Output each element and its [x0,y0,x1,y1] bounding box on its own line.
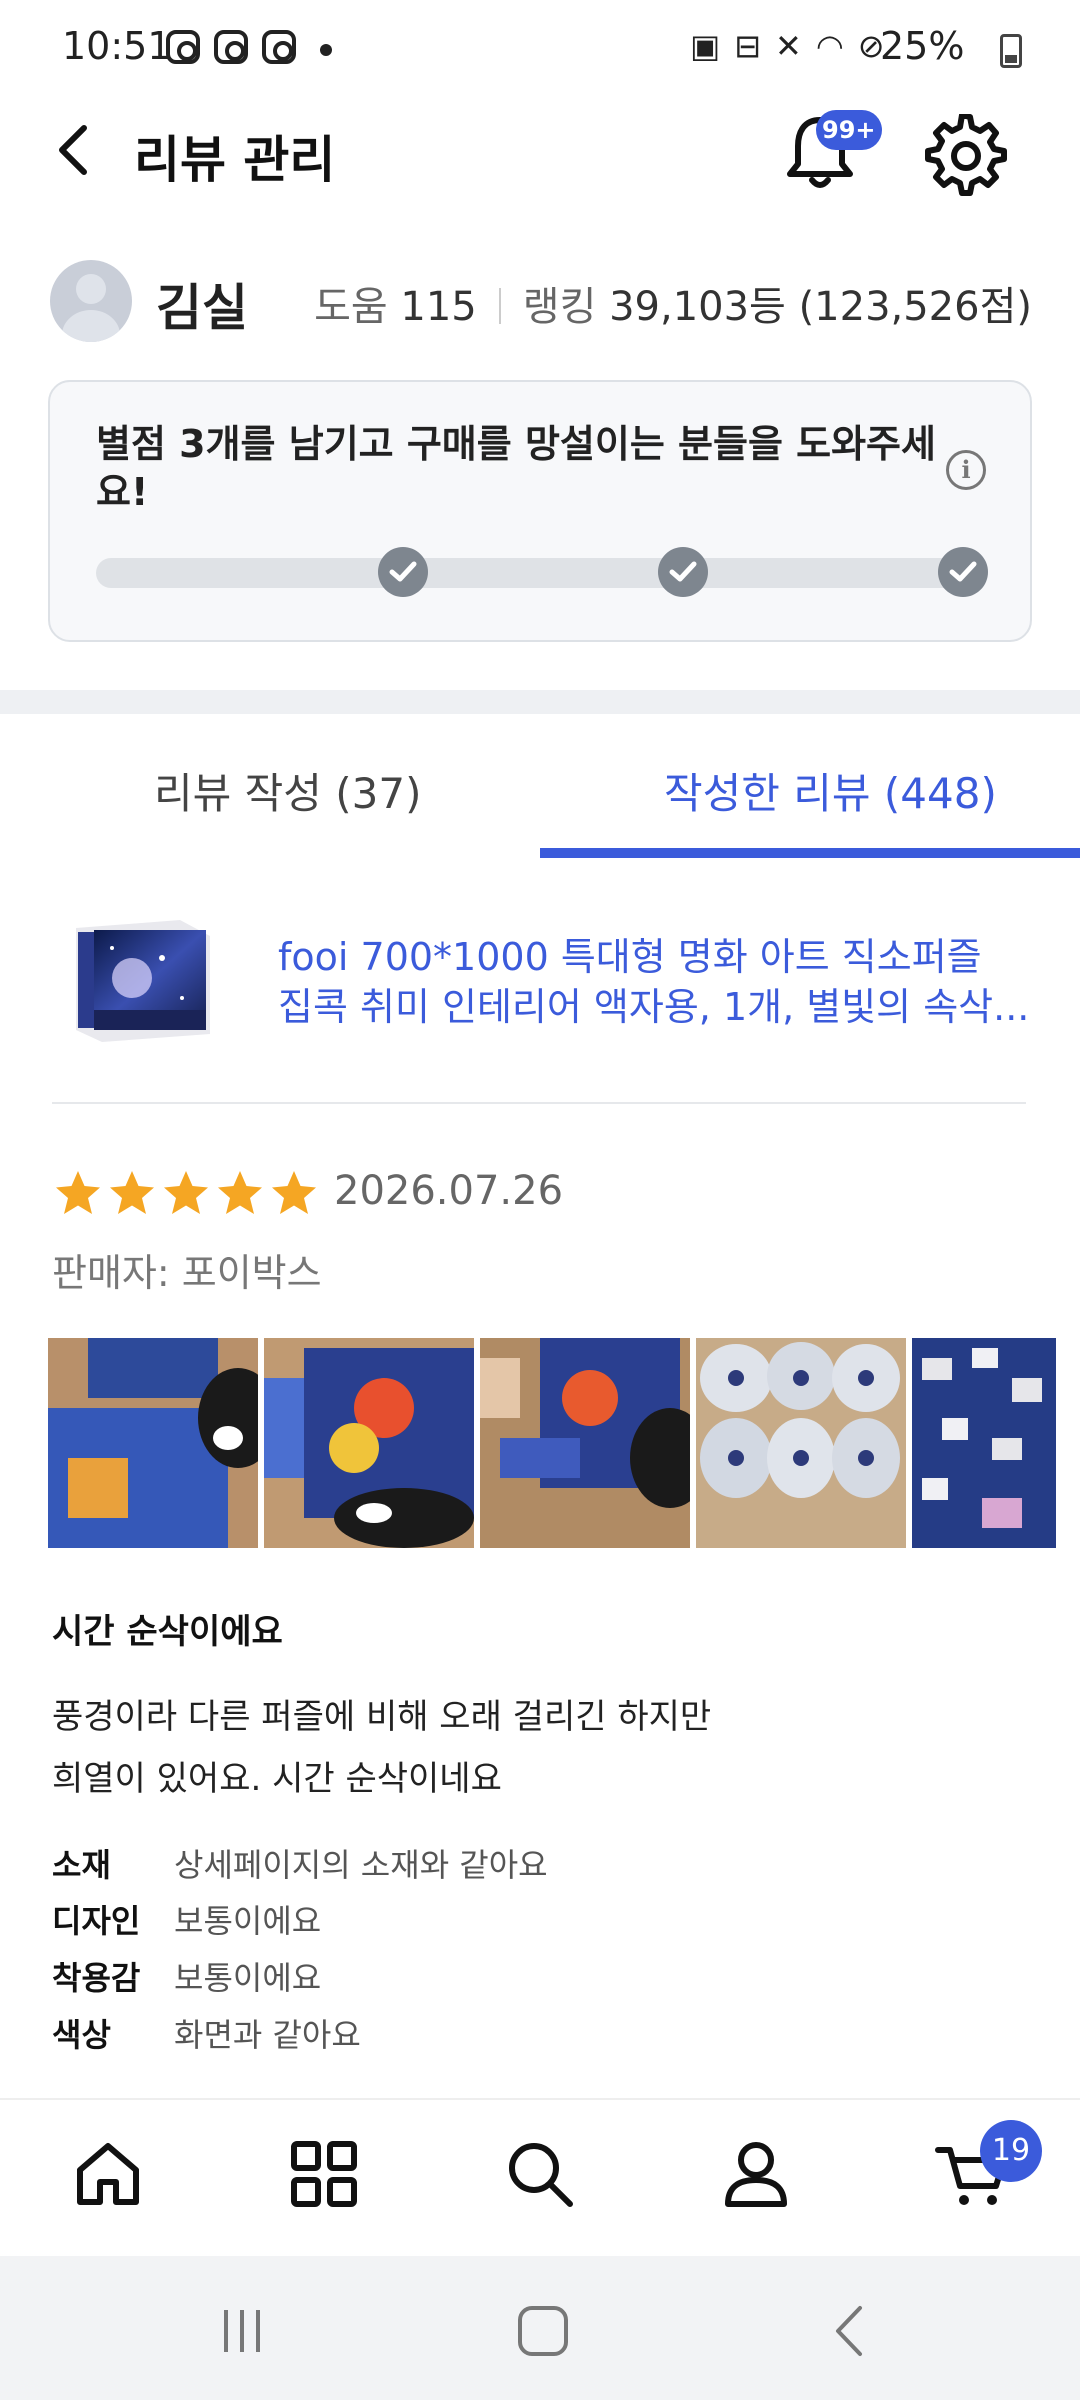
product-thumbnail[interactable] [72,918,214,1044]
survey-key: 디자인 [52,1902,141,1940]
ranking-value: 39,103등 (123,526점) [609,284,1032,330]
active-tab-indicator [540,848,1080,858]
review-date: 2026.07.26 [334,1168,564,1214]
review-mission-card: 별점 3개를 남기고 구매를 망설이는 분들을 도와주세요! i [48,380,1032,642]
help-label: 도움 [314,284,388,330]
check-icon [658,547,708,597]
survey-key: 색상 [52,2016,111,2054]
home-icon[interactable] [68,2134,148,2214]
search-icon[interactable] [500,2134,580,2214]
mission-progress-track [96,558,986,588]
star-icon [164,1171,208,1214]
profile-icon[interactable] [716,2134,796,2214]
wifi-icon: ◠ [815,27,844,65]
survey-value: 보통이에요 [174,1902,322,1940]
instagram-icon [166,30,200,64]
star-icon [218,1171,262,1214]
cart-count-badge: 19 [980,2120,1042,2182]
gear-icon[interactable] [924,114,1008,198]
star-icon [110,1171,154,1214]
mute-icon: ✕ [775,27,802,65]
survey-value: 보통이에요 [174,1959,322,1997]
product-title-link[interactable]: fooi 700*1000 특대형 명화 아트 직소퍼즐 집콕 취미 인테리어 … [278,932,1038,1032]
back-button-icon[interactable] [830,2304,870,2358]
recent-apps-icon[interactable] [218,2306,268,2356]
bed-icon: ⊟ [734,27,762,65]
user-name: 김실 [156,279,248,337]
system-navigation-bar [0,2256,1080,2400]
bottom-navigation: 19 [0,2098,1080,2256]
review-photo[interactable] [912,1338,1056,1548]
home-button-icon[interactable] [516,2304,570,2358]
notification-dot-icon [320,44,332,56]
survey-value: 상세페이지의 소재와 같아요 [174,1846,548,1884]
survey-key: 착용감 [52,1959,141,1997]
review-headline: 시간 순삭이에요 [52,1612,283,1652]
check-icon [938,547,988,597]
battery-percent: 25% [880,24,965,68]
divider [52,1102,1026,1104]
tab-write-review[interactable]: 리뷰 작성 (37) [154,760,421,821]
review-body-line: 풍경이라 다른 퍼즐에 비해 오래 걸리긴 하지만 [52,1697,712,1737]
back-arrow-icon[interactable] [48,122,104,178]
check-icon [378,547,428,597]
survey-value: 화면과 같아요 [174,2016,361,2054]
tab-written-reviews[interactable]: 작성한 리뷰 (448) [664,760,997,821]
battery-icon [1000,34,1022,68]
product-title-line2: 집콕 취미 인테리어 액자용, 1개, 별빛의 속삭... [278,985,1030,1029]
system-icons: ▣ ⊟ ✕ ◠ ⊘ [690,28,885,64]
instagram-icon [214,30,248,64]
notification-badge: 99+ [816,110,882,150]
ranking-label: 랭킹 [522,284,597,330]
product-title-line1: fooi 700*1000 특대형 명화 아트 직소퍼즐 [278,935,982,979]
help-count: 115 [400,284,477,330]
mission-text: 별점 3개를 남기고 구매를 망설이는 분들을 도와주세요! [96,422,936,514]
stats-divider [498,288,501,324]
page-title: 리뷰 관리 [134,131,336,189]
survey-key: 소재 [52,1846,111,1884]
review-photo[interactable] [480,1338,690,1548]
user-stats: 도움 115 랭킹 39,103등 (123,526점) [314,274,1032,332]
category-grid-icon[interactable] [284,2134,364,2214]
review-body-line: 희열이 있어요. 시간 순삭이네요 [52,1759,502,1799]
info-icon[interactable]: i [946,450,986,490]
review-body: 풍경이라 다른 퍼즐에 비해 오래 걸리긴 하지만 희열이 있어요. 시간 순삭… [52,1686,711,1810]
review-photo[interactable] [48,1338,258,1548]
clipboard-icon: ▣ [690,27,721,65]
status-bar: 10:51 ▣ ⊟ ✕ ◠ ⊘ 25% [0,0,1080,96]
avatar [50,260,132,342]
star-icon [56,1171,100,1214]
instagram-icon [262,30,296,64]
star-rating [52,1168,320,1220]
status-time: 10:51 [62,24,172,68]
review-photo[interactable] [696,1338,906,1548]
top-app-bar: 리뷰 관리 99+ [0,96,1080,206]
star-icon [272,1171,316,1214]
seller-name: 판매자: 포이박스 [52,1251,322,1295]
section-divider [0,690,1080,714]
review-photo[interactable] [264,1338,474,1548]
